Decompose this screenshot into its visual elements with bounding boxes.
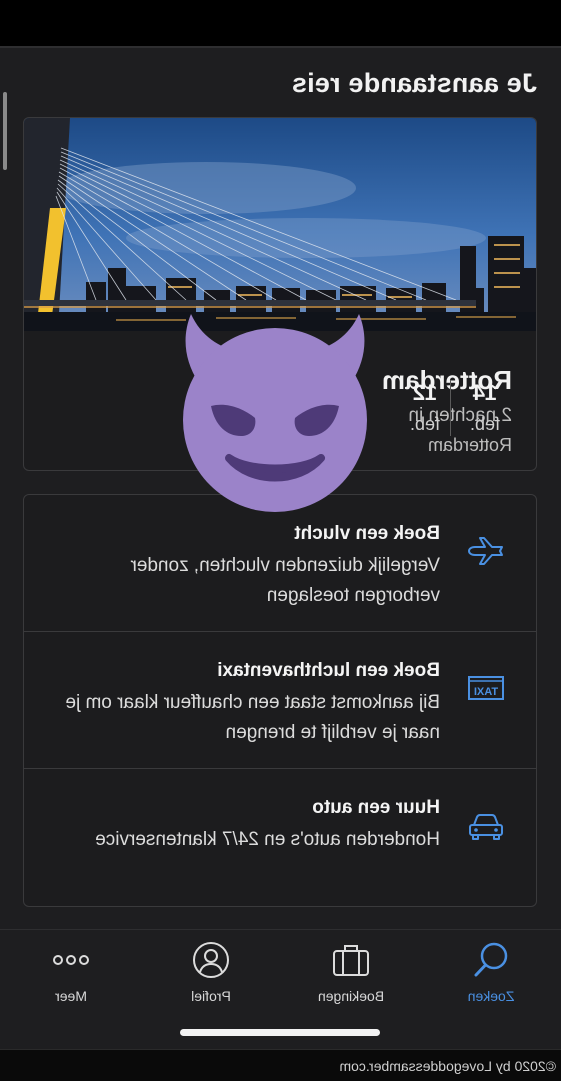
option-description: Vergelijk duizenden vluchten, zonder ver…	[130, 555, 440, 606]
nav-item-profile[interactable]: Profiel	[141, 940, 281, 1020]
trip-start-date: 12 feb.	[400, 380, 450, 435]
nav-label: Profiel	[191, 988, 231, 1004]
option-title: Huur een auto	[312, 797, 440, 818]
profile-icon	[193, 942, 229, 978]
end-day: 14	[472, 380, 498, 405]
date-divider	[450, 380, 451, 436]
watermark-footer: ©2020 by Lovegoddessamber.com	[0, 1049, 561, 1081]
nav-item-bookings[interactable]: Boekingen	[281, 940, 421, 1020]
book-airport-taxi-option[interactable]: TAXI Boek een luchthaventaxi Bij aankoms…	[24, 631, 536, 768]
start-day: 12	[412, 380, 438, 405]
option-title: Boek een vlucht	[294, 523, 440, 544]
trip-end-date: 14 feb.	[460, 380, 510, 435]
rent-car-option[interactable]: Huur een auto Honderden auto's en 24/7 k…	[24, 768, 536, 905]
home-indicator[interactable]	[180, 1029, 380, 1036]
option-description: Honderden auto's en 24/7 klantenservice	[95, 829, 440, 850]
search-icon	[474, 942, 508, 977]
nav-label: Meer	[55, 988, 87, 1004]
destination-photo	[24, 118, 536, 331]
nav-item-more[interactable]: Meer	[1, 940, 141, 1020]
taxi-icon-text: TAXI	[474, 686, 498, 698]
airplane-icon	[468, 537, 503, 565]
start-month: feb.	[409, 414, 441, 434]
option-title: Boek een luchthaventaxi	[217, 660, 440, 681]
nav-label: Zoeken	[467, 988, 515, 1004]
option-description: Bij aankomst staat een chauffeur klaar o…	[65, 692, 440, 743]
header-divider	[0, 46, 561, 48]
taxi-icon: TAXI	[468, 676, 504, 700]
status-bar	[0, 0, 561, 46]
app-screen: Je aanstaande reis Rotterdam 2 nachten i…	[0, 0, 561, 1081]
smiling-devil-emoji	[183, 314, 367, 512]
scroll-indicator[interactable]	[3, 92, 7, 170]
copyright-text: ©2020 by Lovegoddessamber.com	[339, 1058, 556, 1074]
trip-location: Rotterdam	[427, 435, 512, 455]
briefcase-icon	[333, 945, 369, 976]
nav-item-search[interactable]: Zoeken	[421, 940, 561, 1020]
booking-options-list: Boek een vlucht Vergelijk duizenden vluc…	[23, 494, 537, 907]
car-icon	[469, 814, 503, 840]
nav-label: Boekingen	[317, 988, 385, 1004]
more-icon	[53, 955, 89, 965]
end-month: feb.	[469, 414, 501, 434]
section-title: Je aanstaande reis	[291, 68, 537, 98]
